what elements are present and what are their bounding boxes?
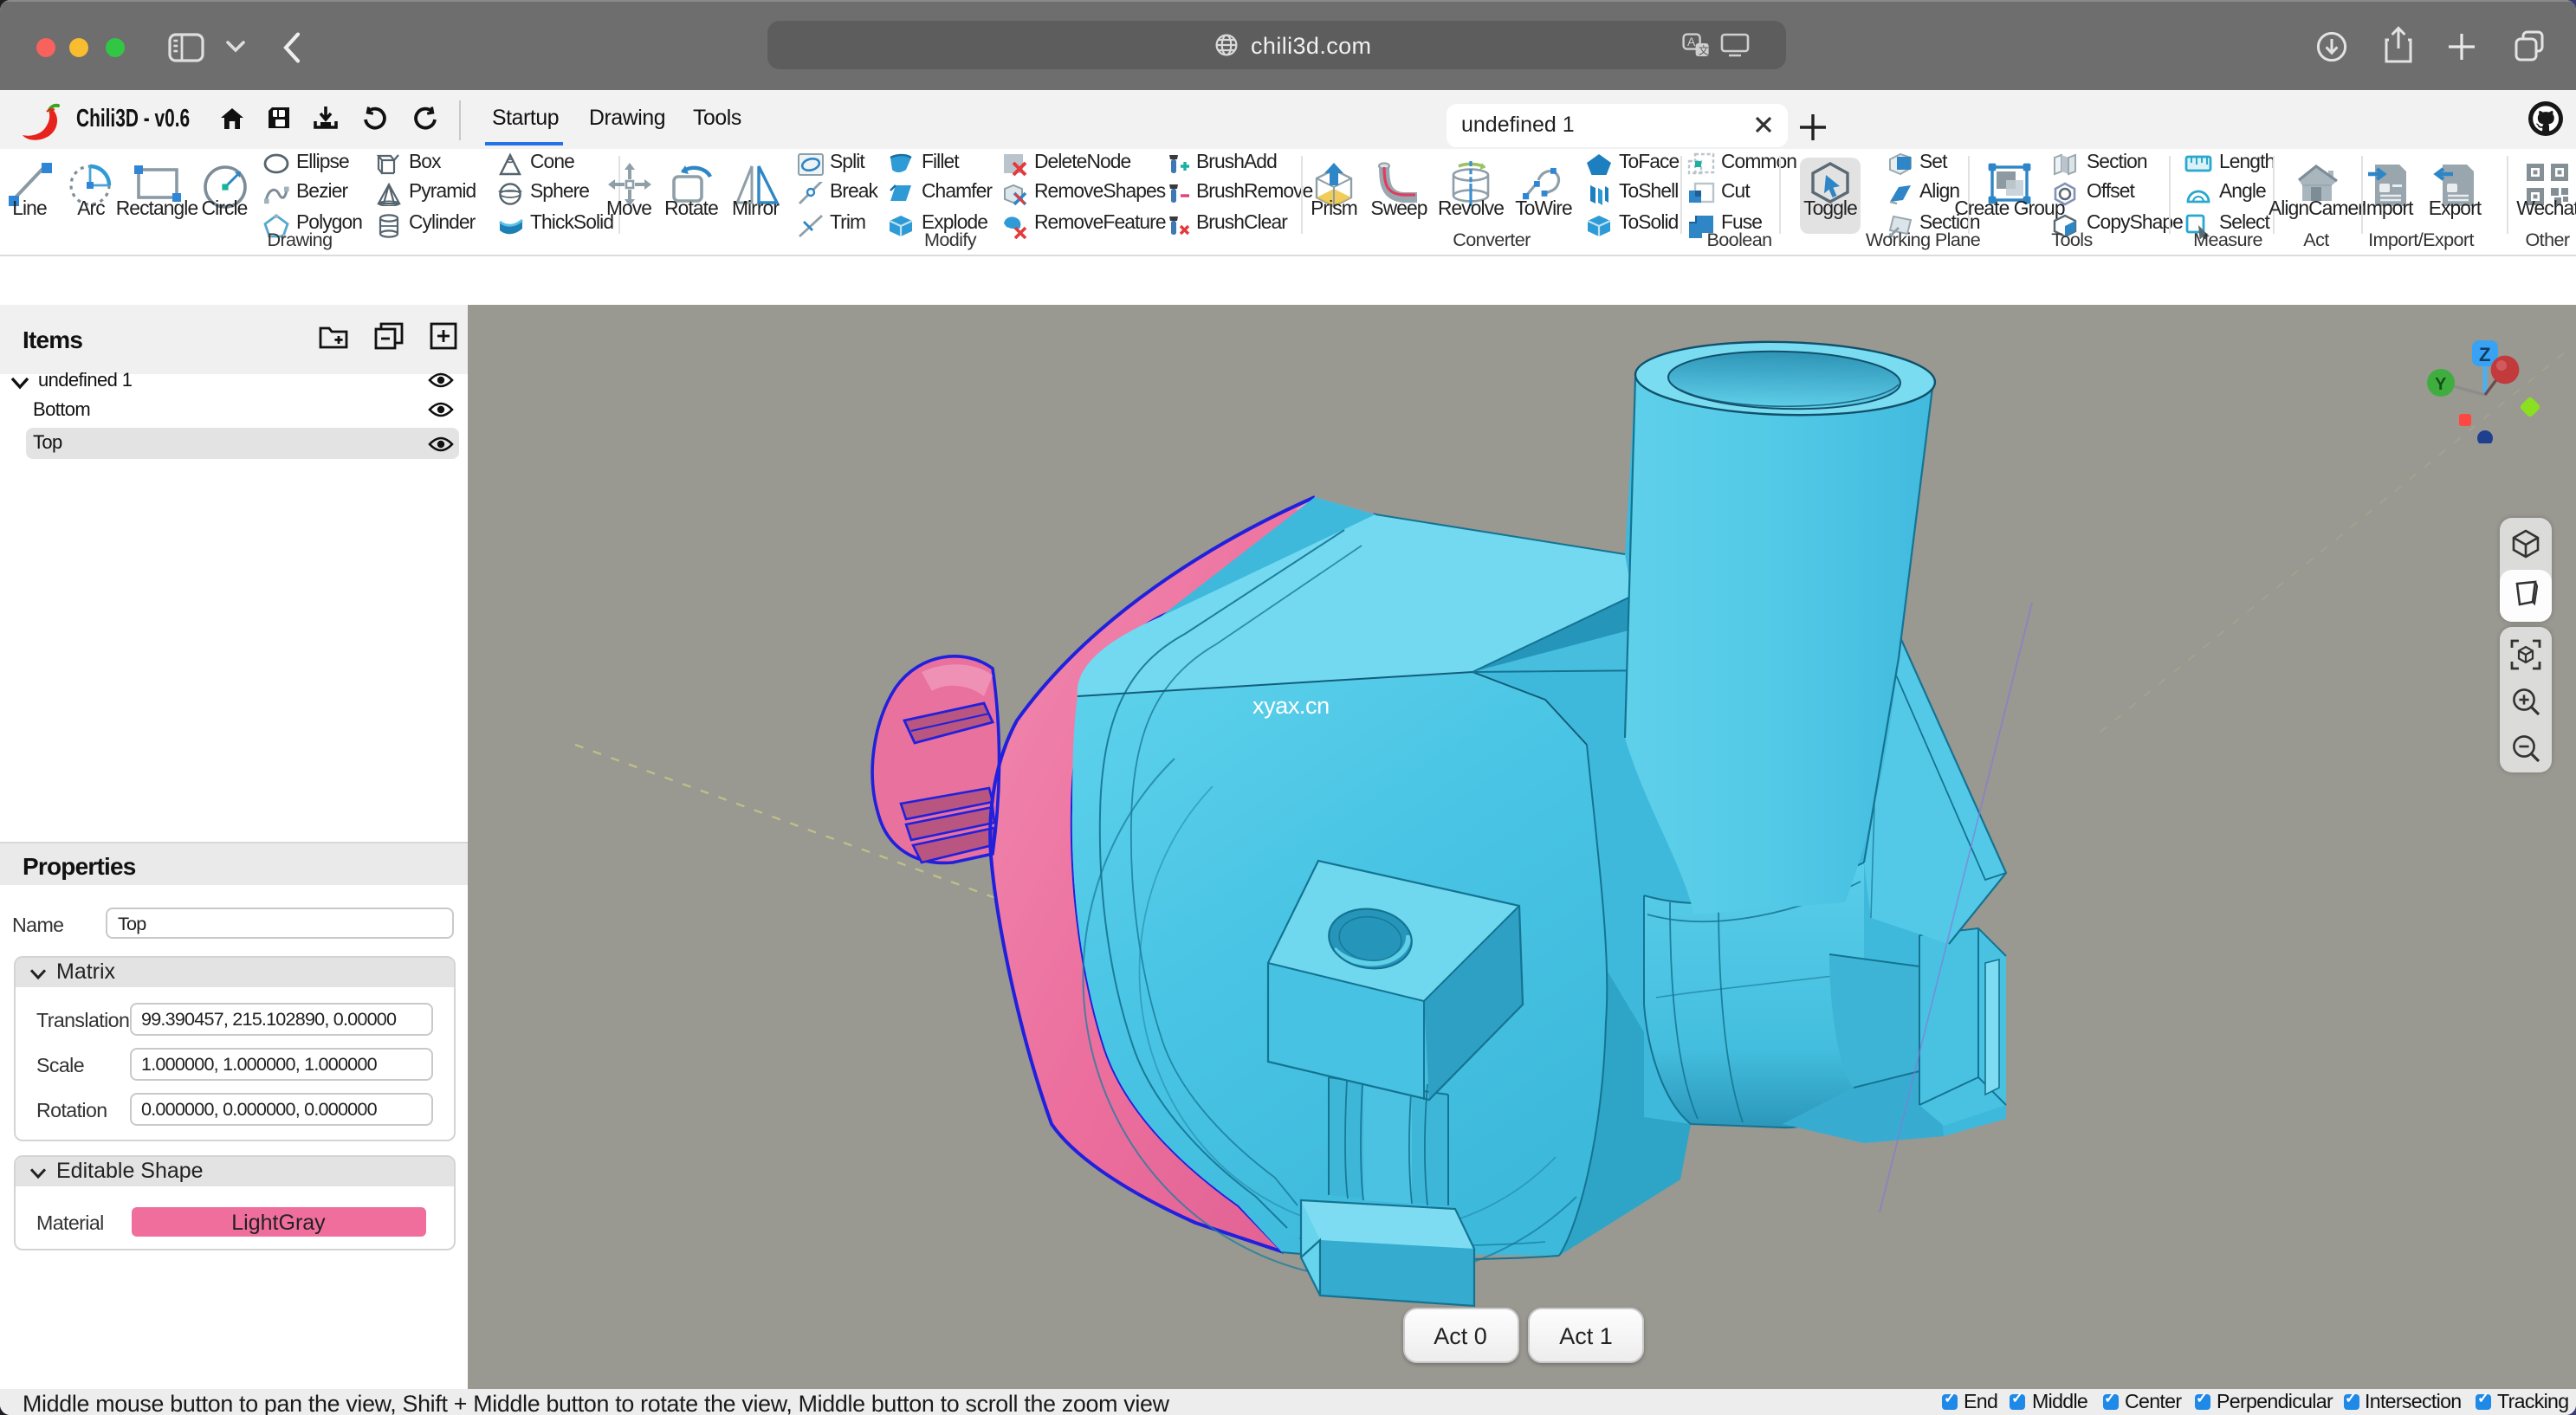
svg-text:Y: Y	[2435, 374, 2447, 393]
svg-text:Z: Z	[2479, 343, 2490, 365]
svg-text:A: A	[1687, 34, 1696, 48]
svg-text:文: 文	[1699, 42, 1709, 55]
